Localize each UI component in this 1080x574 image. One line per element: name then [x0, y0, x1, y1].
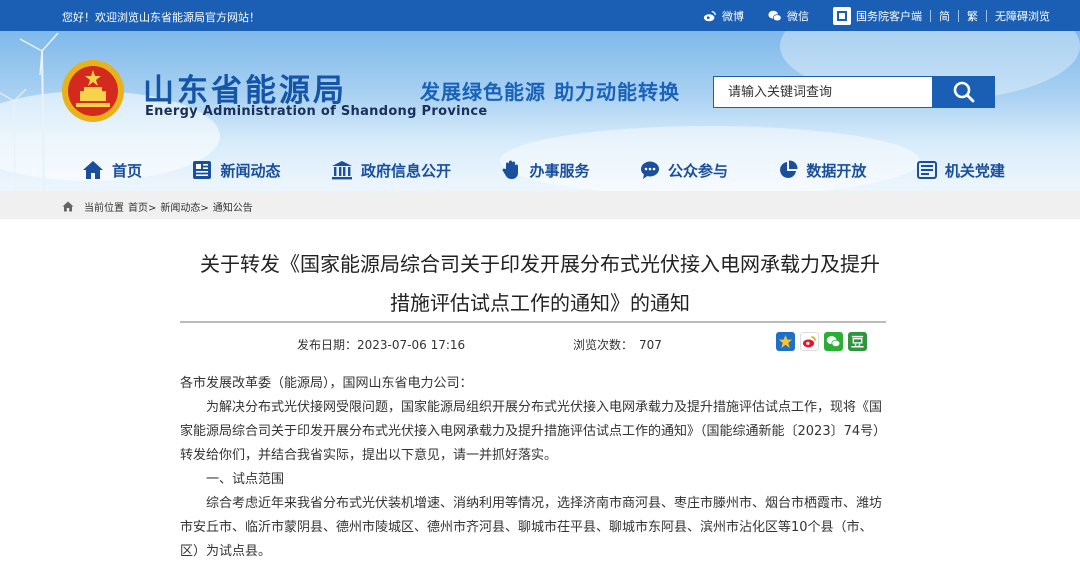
party-icon [916, 161, 937, 179]
government-icon [331, 161, 352, 180]
wechat-share-icon[interactable] [824, 332, 843, 351]
nav-item-news[interactable]: 新闻动态 [192, 160, 281, 181]
wind-turbine-decoration [0, 32, 59, 191]
nav-label: 新闻动态 [220, 161, 281, 180]
views-label: 浏览次数： [573, 338, 634, 352]
breadcrumb-notices[interactable]: 通知公告 [213, 199, 253, 214]
nav-item-data[interactable]: 数据开放 [778, 160, 866, 181]
nav-item-home[interactable]: 首页 [82, 160, 142, 181]
paragraph: 为解决分布式光伏接网受限问题，国家能源局组织开展分布式光伏接入电网承载力及提升措… [180, 400, 883, 463]
search-box [713, 76, 995, 108]
section-heading: 一、试点范围 [206, 472, 285, 487]
share-buttons [776, 332, 867, 351]
gov-app-label: 国务院客户端 [856, 9, 922, 23]
douban-icon[interactable] [848, 332, 867, 351]
nav-label: 政府信息公开 [360, 161, 451, 180]
article-title: 关于转发《国家能源局综合司关于印发开展分布式光伏接入电网承载力及提升 措施评估试… [150, 245, 930, 323]
national-emblem-logo [62, 60, 124, 122]
greeting-text: 您好！欢迎浏览山东省能源局官方网站！ [62, 11, 260, 24]
title-divider [180, 321, 886, 323]
article-body: 各市发展改革委（能源局），国网山东省电力公司： 为解决分布式光伏接网受限问题，国… [180, 372, 886, 564]
wechat-label: 微信 [787, 9, 809, 23]
weibo-share-icon[interactable] [800, 332, 819, 351]
news-icon [193, 161, 212, 179]
title-line-2: 措施评估试点工作的通知》的通知 [390, 291, 690, 315]
nav-label: 数据开放 [806, 161, 867, 180]
qzone-icon[interactable] [776, 332, 795, 351]
simplified-link[interactable]: 简 [939, 8, 950, 24]
title-line-1: 关于转发《国家能源局综合司关于印发开展分布式光伏接入电网承载力及提升 [200, 252, 880, 276]
nav-item-service[interactable]: 办事服务 [501, 160, 589, 181]
slogan: 发展绿色能源 助力动能转换 [420, 80, 680, 104]
search-button[interactable] [933, 76, 995, 108]
weibo-label: 微博 [722, 9, 744, 23]
nav-label: 机关党建 [944, 161, 1005, 180]
gov-app-link[interactable]: 国务院客户端 [833, 6, 922, 25]
wechat-link[interactable]: 微信 [768, 8, 809, 24]
site-name-en: Energy Administration of Shandong Provin… [145, 104, 488, 119]
view-count: 浏览次数： 707 [573, 336, 662, 353]
breadcrumb-home[interactable]: 首页> [128, 199, 156, 214]
accessibility-link[interactable]: 无障碍浏览 [995, 8, 1050, 24]
weibo-link[interactable]: 微博 [703, 8, 744, 24]
chat-icon [640, 161, 659, 179]
nav-item-participation[interactable]: 公众参与 [640, 160, 728, 181]
weibo-icon [703, 10, 716, 21]
nav-label: 办事服务 [529, 161, 590, 180]
publish-value: 2023-07-06 17:16 [357, 338, 466, 352]
main-nav: 首页 新闻动态 政府信息公开 办事服务 公众参与 数据开放 机关党建 [60, 155, 1005, 185]
nav-label: 首页 [112, 161, 143, 180]
home-icon [83, 161, 103, 179]
gov-app-icon [833, 6, 851, 25]
salutation: 各市发展改革委（能源局），国网山东省电力公司： [180, 376, 473, 391]
search-input[interactable] [713, 76, 933, 108]
header-banner: 山东省能源局 Energy Administration of Shandong… [0, 31, 1080, 191]
home-small-icon [62, 201, 74, 212]
nav-label: 公众参与 [667, 161, 728, 180]
wechat-icon [768, 10, 782, 21]
chart-icon [780, 160, 798, 178]
breadcrumb: 当前位置 首页> 新闻动态> 通知公告 [0, 191, 1080, 219]
breadcrumb-prefix: 当前位置 [84, 203, 124, 214]
nav-item-gov-info[interactable]: 政府信息公开 [331, 160, 451, 181]
top-bar: 您好！欢迎浏览山东省能源局官方网站！ 微博 微信 国务院客户端 简 繁 无障碍浏… [0, 0, 1080, 31]
paragraph: 综合考虑近年来我省分布式光伏装机增速、消纳利用等情况，选择济南市商河县、枣庄市滕… [180, 496, 883, 559]
search-icon [953, 81, 975, 103]
publish-date: 发布日期：2023-07-06 17:16 [297, 336, 465, 353]
top-links: 微博 微信 国务院客户端 简 繁 无障碍浏览 [703, 0, 1050, 31]
nav-item-party[interactable]: 机关党建 [916, 160, 1005, 181]
publish-label: 发布日期： [297, 338, 358, 352]
traditional-link[interactable]: 繁 [967, 8, 978, 24]
service-icon [503, 160, 519, 179]
breadcrumb-news[interactable]: 新闻动态> [160, 199, 208, 214]
views-value: 707 [639, 338, 662, 352]
